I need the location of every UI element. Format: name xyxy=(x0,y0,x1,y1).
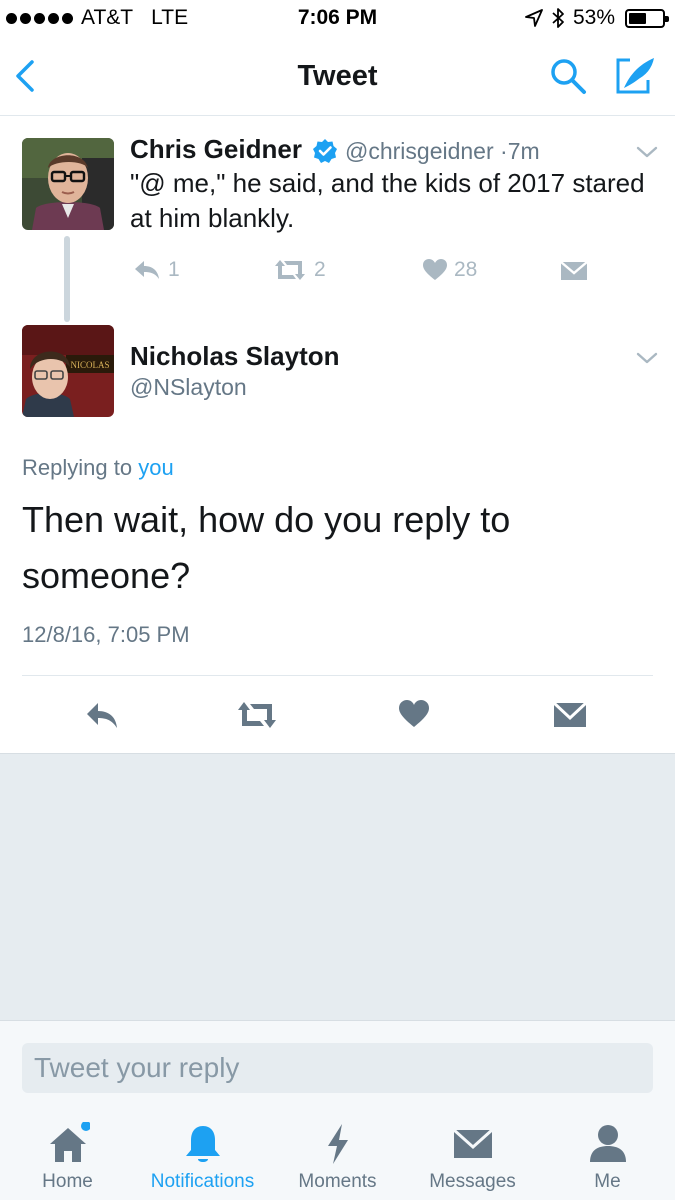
retweet-button[interactable] xyxy=(236,700,278,730)
heart-icon xyxy=(423,259,447,280)
tab-label: Messages xyxy=(429,1171,516,1192)
chevron-down-icon[interactable] xyxy=(635,144,659,160)
tweet-timestamp: 12/8/16, 7:05 PM xyxy=(22,622,190,647)
tab-notifications[interactable]: Notifications xyxy=(135,1104,270,1200)
replying-to-line: Replying to you xyxy=(22,455,174,481)
parent-handle-line: @chrisgeidner ·7m xyxy=(345,138,540,165)
tab-label: Home xyxy=(42,1171,93,1192)
battery-icon xyxy=(625,8,669,28)
status-right: 53% xyxy=(525,6,669,30)
chevron-down-icon[interactable] xyxy=(635,350,659,366)
reply-button[interactable] xyxy=(84,700,120,730)
search-icon[interactable] xyxy=(548,56,588,96)
direct-message-button[interactable] xyxy=(553,701,587,729)
tab-moments[interactable]: Moments xyxy=(270,1104,405,1200)
meta-separator: · xyxy=(500,138,508,164)
compose-tweet-icon[interactable] xyxy=(612,54,658,96)
author-name[interactable]: Chris Geidner xyxy=(130,134,302,165)
bluetooth-icon xyxy=(552,8,564,28)
divider xyxy=(22,675,653,676)
nav-bar: Tweet xyxy=(0,38,675,116)
retweet-icon xyxy=(275,260,305,280)
retweet-count: 2 xyxy=(314,258,326,281)
thread-connector-line xyxy=(64,236,70,322)
location-arrow-icon xyxy=(525,9,543,27)
tab-messages[interactable]: Messages xyxy=(405,1104,540,1200)
battery-percent: 53% xyxy=(572,6,615,29)
lightning-icon xyxy=(327,1124,348,1164)
home-icon xyxy=(49,1122,90,1162)
reply-input[interactable] xyxy=(22,1043,653,1093)
reply-icon xyxy=(135,261,159,279)
avatar-sign-text: NICOLAS xyxy=(70,360,109,370)
empty-conversation-area xyxy=(0,753,675,1020)
tab-home[interactable]: Home xyxy=(0,1104,135,1200)
tweet-age: 7m xyxy=(507,138,540,164)
tweet-text: "@ me," he said, and the kids of 2017 st… xyxy=(130,168,645,233)
avatar-chris-geidner[interactable] xyxy=(22,138,114,230)
status-bar: AT&T LTE 7:06 PM 53% xyxy=(0,0,675,38)
like-button[interactable] xyxy=(398,699,430,729)
tab-label: Notifications xyxy=(150,1171,255,1192)
main-author-name[interactable]: Nicholas Slayton xyxy=(130,341,340,372)
retweet-action[interactable]: 2 xyxy=(272,258,326,282)
like-action[interactable]: 28 xyxy=(422,258,477,282)
like-count: 28 xyxy=(454,258,478,281)
replying-to-link[interactable]: you xyxy=(138,455,173,480)
tab-label: Me xyxy=(594,1171,621,1192)
verified-badge-icon xyxy=(313,139,337,163)
avatar-nicholas-slayton[interactable]: NICOLAS xyxy=(22,325,114,417)
author-handle[interactable]: @chrisgeidner xyxy=(345,138,494,164)
person-icon xyxy=(589,1125,626,1162)
tab-me[interactable]: Me xyxy=(540,1104,675,1200)
direct-message-icon[interactable] xyxy=(560,260,588,282)
envelope-icon xyxy=(452,1128,493,1158)
reply-action[interactable]: 1 xyxy=(132,258,180,282)
main-tweet-text: Then wait, how do you reply to someone? xyxy=(22,499,511,596)
bell-icon xyxy=(185,1126,220,1162)
replying-to-label: Replying to xyxy=(22,455,133,480)
reply-count: 1 xyxy=(168,258,180,281)
main-author-handle[interactable]: @NSlayton xyxy=(130,374,247,401)
tab-label: Moments xyxy=(298,1171,377,1192)
notification-dot xyxy=(80,1122,90,1131)
